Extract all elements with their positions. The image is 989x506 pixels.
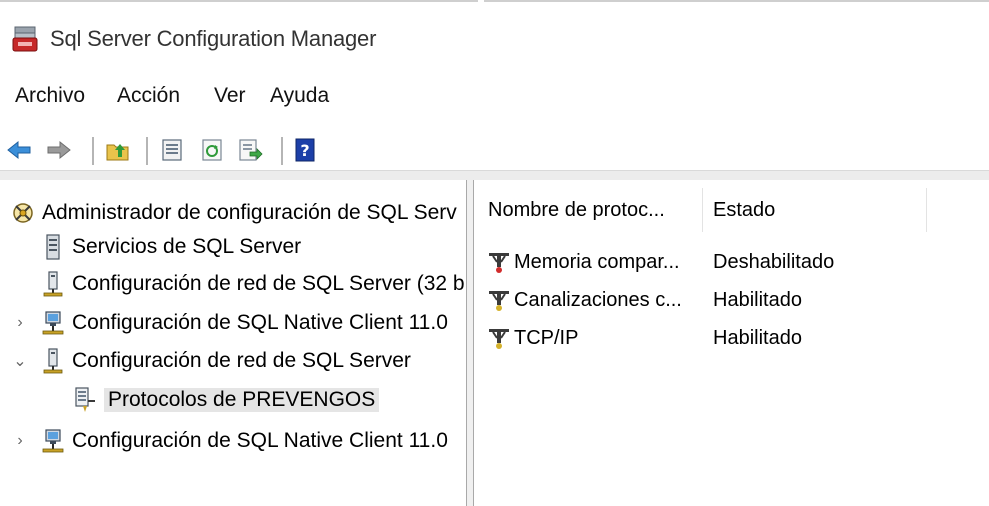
protocol-enabled-icon	[486, 325, 512, 351]
list-row[interactable]: TCP/IP	[486, 322, 578, 354]
network-config-icon	[40, 348, 66, 374]
server-services-icon	[40, 234, 66, 260]
protocol-disabled-icon	[486, 249, 512, 275]
native-client-icon	[40, 310, 66, 336]
title-bar: Sql Server Configuration Manager	[0, 20, 989, 60]
tree-item-label: Configuración de SQL Native Client 11.0	[72, 429, 448, 452]
back-icon[interactable]	[4, 135, 34, 165]
toolbar: ?	[0, 135, 989, 167]
window-title: Sql Server Configuration Manager	[50, 26, 377, 51]
network-config-icon	[40, 271, 66, 297]
expand-chevron-icon[interactable]: ›	[12, 424, 28, 458]
properties-icon[interactable]	[157, 135, 187, 165]
protocol-name: TCP/IP	[514, 326, 579, 349]
collapse-chevron-icon[interactable]: ⌄	[12, 344, 28, 378]
tree-item-protocolos[interactable]: Protocolos de PREVENGOS	[72, 383, 380, 417]
menu-accion[interactable]: Acción	[117, 84, 180, 108]
tree-pane[interactable]: Administrador de configuración de SQL Se…	[0, 180, 466, 506]
tree-root[interactable]: Administrador de configuración de SQL Se…	[10, 196, 457, 230]
protocol-name: Canalizaciones c...	[514, 288, 682, 311]
config-manager-icon	[10, 200, 36, 226]
list-row[interactable]: Canalizaciones c...	[486, 284, 682, 316]
protocols-icon	[72, 387, 98, 413]
export-list-icon[interactable]	[236, 135, 266, 165]
svg-text:?: ?	[300, 141, 309, 160]
list-row[interactable]: Memoria compar...	[486, 246, 680, 278]
protocol-name: Memoria compar...	[514, 250, 680, 273]
protocol-status: Deshabilitado	[713, 250, 835, 273]
refresh-icon[interactable]	[197, 135, 227, 165]
forward-icon[interactable]	[44, 135, 74, 165]
tree-root-label: Administrador de configuración de SQL Se…	[42, 201, 457, 224]
details-pane[interactable]: Nombre de protoc... Estado Memoria compa…	[474, 180, 989, 506]
menu-archivo[interactable]: Archivo	[15, 84, 85, 108]
tree-item-label: Configuración de red de SQL Server (32 b	[72, 272, 465, 295]
tree-item-network-32[interactable]: Configuración de red de SQL Server (32 b	[40, 267, 465, 301]
native-client-icon	[40, 428, 66, 454]
app-icon	[12, 25, 40, 53]
window-top-border	[0, 0, 989, 2]
protocol-enabled-icon	[486, 287, 512, 313]
pane-header-strip	[0, 170, 989, 180]
menu-ver[interactable]: Ver	[214, 84, 246, 108]
column-header-nombre[interactable]: Nombre de protoc...	[488, 190, 665, 230]
tree-item-servicios[interactable]: Servicios de SQL Server	[40, 230, 301, 264]
tree-item-native-client-a[interactable]: Configuración de SQL Native Client 11.0	[40, 306, 448, 340]
tree-item-label: Configuración de SQL Native Client 11.0	[72, 311, 448, 334]
tree-item-native-client-b[interactable]: Configuración de SQL Native Client 11.0	[40, 424, 448, 458]
menu-ayuda[interactable]: Ayuda	[270, 84, 329, 108]
tree-item-network[interactable]: Configuración de red de SQL Server	[40, 344, 411, 378]
menu-bar: Archivo Acción Ver Ayuda	[0, 84, 989, 114]
tree-item-label: Protocolos de PREVENGOS	[104, 388, 380, 412]
help-icon[interactable]: ?	[290, 135, 320, 165]
protocol-status: Habilitado	[713, 326, 802, 349]
tree-item-label: Configuración de red de SQL Server	[72, 349, 411, 372]
column-header-estado[interactable]: Estado	[713, 190, 775, 230]
up-folder-icon[interactable]	[103, 135, 133, 165]
tree-item-label: Servicios de SQL Server	[72, 235, 302, 258]
pane-splitter[interactable]	[466, 180, 474, 506]
expand-chevron-icon[interactable]: ›	[12, 306, 28, 340]
protocol-status: Habilitado	[713, 288, 802, 311]
